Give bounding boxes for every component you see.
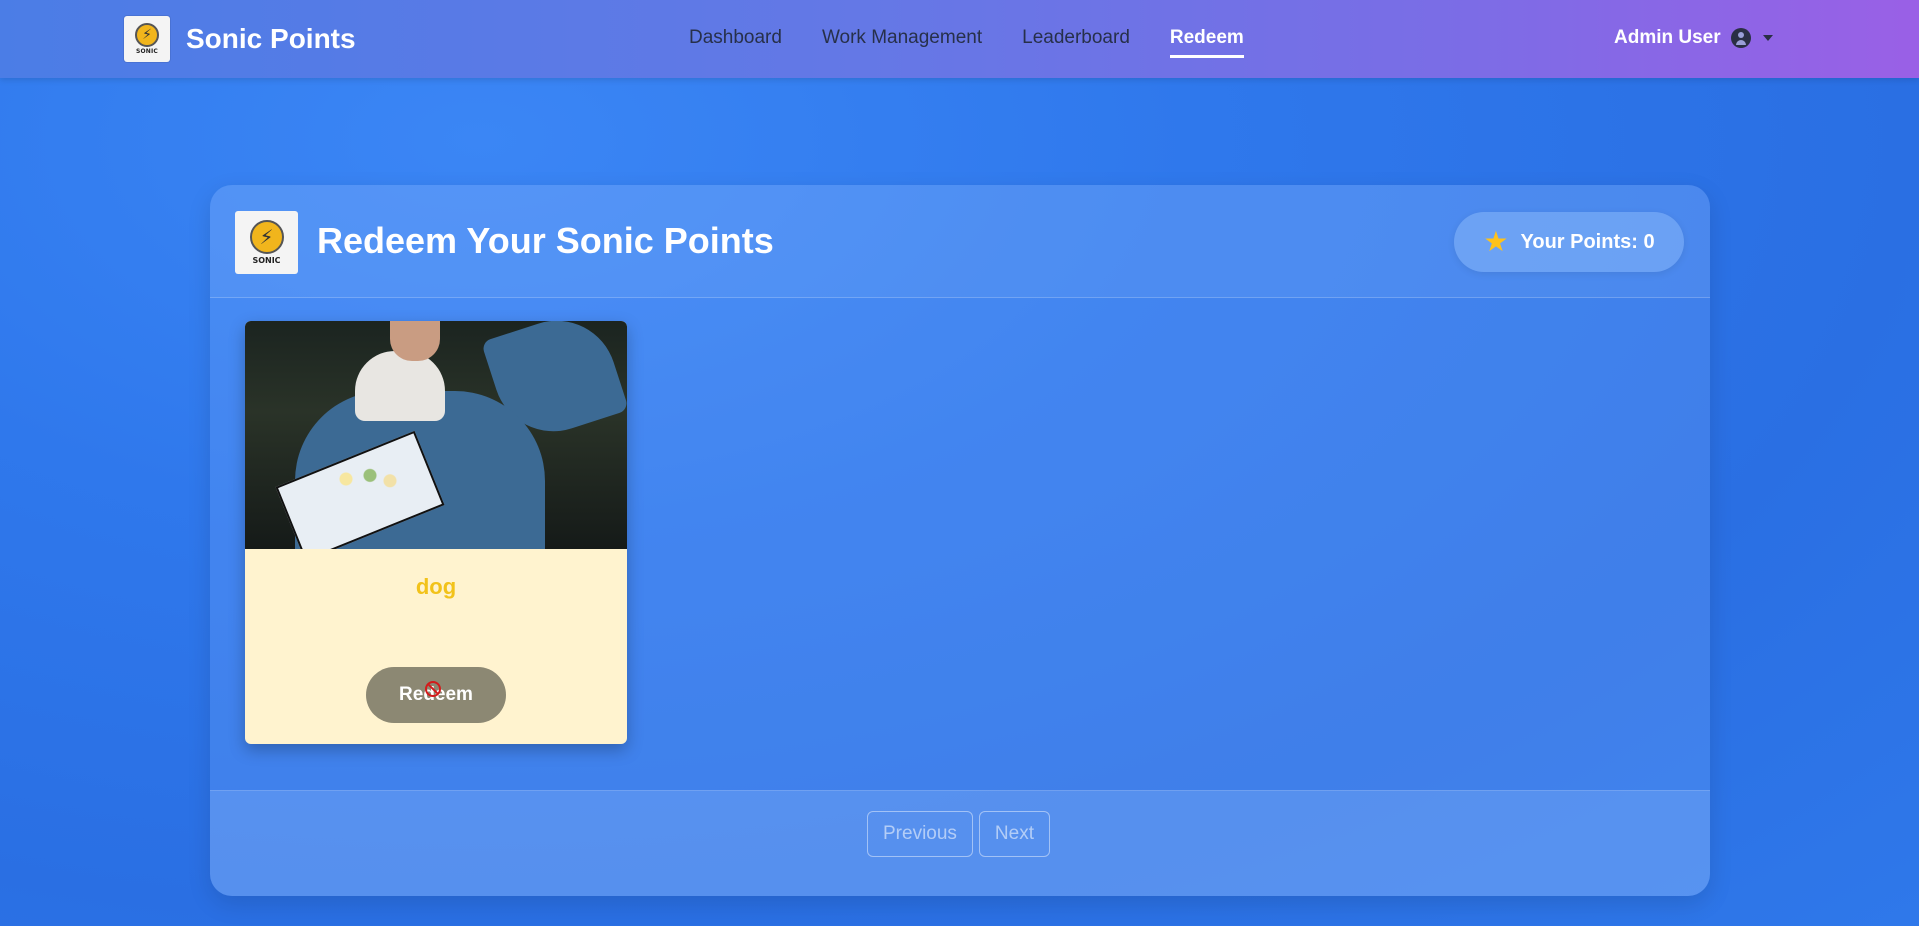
- points-label: Your Points: 0: [1520, 230, 1655, 253]
- brand-logo-text: SONIC: [135, 48, 159, 55]
- user-name[interactable]: Admin User: [1614, 27, 1721, 49]
- user-circle-icon[interactable]: [1730, 28, 1751, 48]
- reward-image: [245, 321, 627, 549]
- caret-down-icon[interactable]: [1762, 35, 1773, 41]
- nav-link-dashboard[interactable]: Dashboard: [689, 27, 782, 58]
- panel-logo: ⚡ SONIC: [235, 211, 298, 274]
- reward-card: dog Redeem: [245, 321, 627, 744]
- brand-name[interactable]: Sonic Points: [186, 23, 356, 55]
- user-menu[interactable]: Admin User: [1614, 27, 1773, 49]
- top-navbar: ⚡ SONIC Sonic Points Dashboard Work Mana…: [0, 0, 1919, 78]
- brand[interactable]: ⚡ SONIC Sonic Points: [124, 16, 356, 62]
- nav-link-redeem[interactable]: Redeem: [1169, 27, 1244, 58]
- page-title: Redeem Your Sonic Points: [317, 220, 774, 261]
- previous-page-button[interactable]: Previous: [867, 811, 973, 857]
- pagination: Previous Next: [867, 811, 1050, 857]
- panel-logo-text: SONIC: [252, 256, 281, 265]
- nav-links: Dashboard Work Management Leaderboard Re…: [689, 27, 1244, 58]
- brand-logo: ⚡ SONIC: [124, 16, 170, 62]
- lightning-icon: ⚡: [135, 23, 159, 47]
- points-badge: ★ Your Points: 0: [1454, 212, 1684, 272]
- redeem-panel: ⚡ SONIC Redeem Your Sonic Points ★ Your …: [210, 185, 1710, 896]
- next-page-button[interactable]: Next: [978, 811, 1050, 857]
- redeem-button[interactable]: Redeem: [366, 667, 506, 723]
- star-icon: ★: [1483, 225, 1509, 258]
- reward-title: dog: [415, 574, 457, 599]
- nav-link-leaderboard[interactable]: Leaderboard: [1022, 27, 1130, 58]
- pagination-bar: Previous Next: [210, 790, 1710, 896]
- panel-header: ⚡ SONIC Redeem Your Sonic Points ★ Your …: [210, 185, 1710, 298]
- nav-link-work-management[interactable]: Work Management: [822, 27, 982, 58]
- lightning-icon: ⚡: [249, 220, 284, 254]
